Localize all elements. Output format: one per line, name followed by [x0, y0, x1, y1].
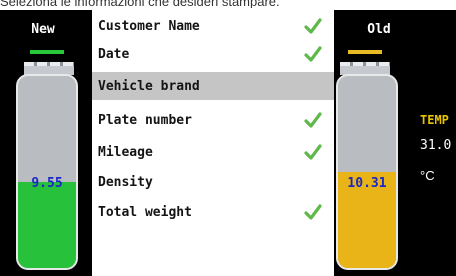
list-item[interactable]: Customer Name	[92, 12, 334, 40]
temperature-label: TEMP	[420, 113, 449, 127]
new-panel-title: New	[31, 22, 55, 37]
list-item-label: Date	[98, 46, 130, 62]
old-panel-underline	[348, 50, 382, 54]
list-item[interactable]: Mileage	[92, 138, 334, 166]
temperature-unit: °C	[420, 168, 435, 183]
instruction-caption: Seleziona le informazioni che desideri s…	[0, 0, 280, 8]
list-item[interactable]: Total weight	[92, 198, 334, 226]
list-item-label: Vehicle brand	[98, 78, 200, 94]
old-tank-panel: Old 10.31	[336, 10, 422, 276]
list-item-label: Customer Name	[98, 18, 200, 34]
check-icon[interactable]	[304, 45, 322, 63]
device-screen: New 9.55 Customer Name Date Vehicle brand P…	[0, 10, 456, 276]
new-tank-value: 9.55	[31, 176, 63, 191]
list-item[interactable]: Plate number	[92, 106, 334, 134]
old-tank-gauge: 10.31	[336, 74, 398, 270]
check-icon[interactable]	[304, 17, 322, 35]
list-item[interactable]: Date	[92, 40, 334, 68]
list-item[interactable]: Vehicle brand	[92, 72, 334, 100]
print-fields-list: Customer Name Date Vehicle brand Plate numb…	[92, 10, 334, 276]
check-icon[interactable]	[304, 203, 322, 221]
temperature-value: 31.0	[420, 138, 452, 153]
check-icon[interactable]	[304, 111, 322, 129]
old-panel-title: Old	[367, 22, 391, 37]
list-item-label: Mileage	[98, 144, 153, 160]
temperature-info: TEMP 31.0 °C	[418, 10, 456, 276]
list-item-label: Total weight	[98, 204, 192, 220]
new-tank-panel: New 9.55	[0, 10, 86, 276]
list-item[interactable]: Density	[92, 168, 334, 196]
new-tank-fill	[18, 181, 76, 268]
check-icon[interactable]	[304, 143, 322, 161]
old-tank-value: 10.31	[347, 176, 387, 191]
new-panel-underline	[30, 50, 64, 54]
list-item-label: Plate number	[98, 112, 192, 128]
new-tank-gauge: 9.55	[16, 74, 78, 270]
list-item-label: Density	[98, 174, 153, 190]
